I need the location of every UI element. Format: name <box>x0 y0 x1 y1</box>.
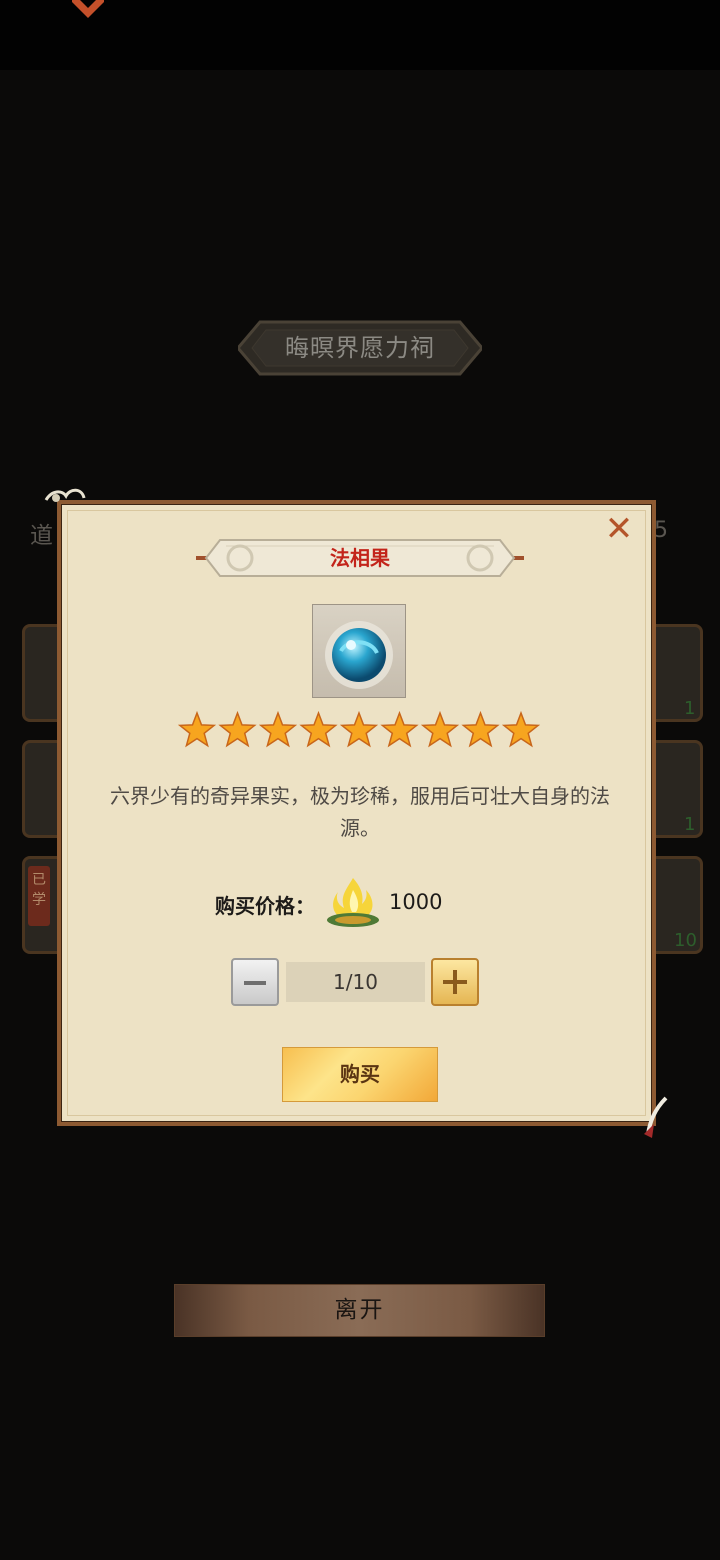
feather-ornament-icon <box>644 1096 668 1138</box>
top-bar <box>0 0 720 70</box>
shop-category-label: 道 <box>30 523 53 549</box>
shop-title: 晦暝界愿力祠 <box>285 334 435 362</box>
spirit-flame-currency-icon <box>327 878 379 927</box>
quantity-field[interactable]: 1/10 <box>286 962 425 1002</box>
price-label: 购买价格： <box>215 894 315 918</box>
rarity-stars <box>178 710 541 748</box>
star-icon <box>420 710 460 748</box>
increase-quantity-button[interactable] <box>431 958 479 1006</box>
minus-icon <box>244 981 266 985</box>
price-value: 1000 <box>389 890 443 914</box>
close-icon[interactable]: ✕ <box>602 512 636 546</box>
item-count: 1 <box>684 814 696 835</box>
decrease-quantity-button[interactable] <box>231 958 279 1006</box>
star-icon <box>380 710 419 748</box>
item-count: 10 <box>674 930 697 951</box>
star-icon <box>299 710 338 748</box>
buy-button[interactable]: 购买 <box>282 1047 438 1102</box>
blue-fruit-orb-icon <box>325 621 393 689</box>
star-icon <box>258 710 298 748</box>
cloud-ornament-icon <box>44 488 86 502</box>
item-icon-frame <box>312 604 406 698</box>
leave-button[interactable]: 离开 <box>174 1284 545 1337</box>
shop-count-label: 5 <box>654 518 668 543</box>
item-title-banner: 法相果 <box>196 536 524 580</box>
shop-title-banner: 晦暝界愿力祠 <box>238 320 482 376</box>
star-icon <box>339 710 379 748</box>
star-icon <box>461 710 500 748</box>
star-icon <box>178 710 217 748</box>
learned-badge: 已学 <box>28 866 50 926</box>
app-logo-icon <box>72 0 104 18</box>
star-icon <box>501 710 541 748</box>
star-icon <box>218 710 257 748</box>
item-name: 法相果 <box>330 546 390 570</box>
item-description: 六界少有的奇异果实，极为珍稀，服用后可壮大自身的法源。 <box>110 784 610 840</box>
item-count: 1 <box>684 698 696 719</box>
